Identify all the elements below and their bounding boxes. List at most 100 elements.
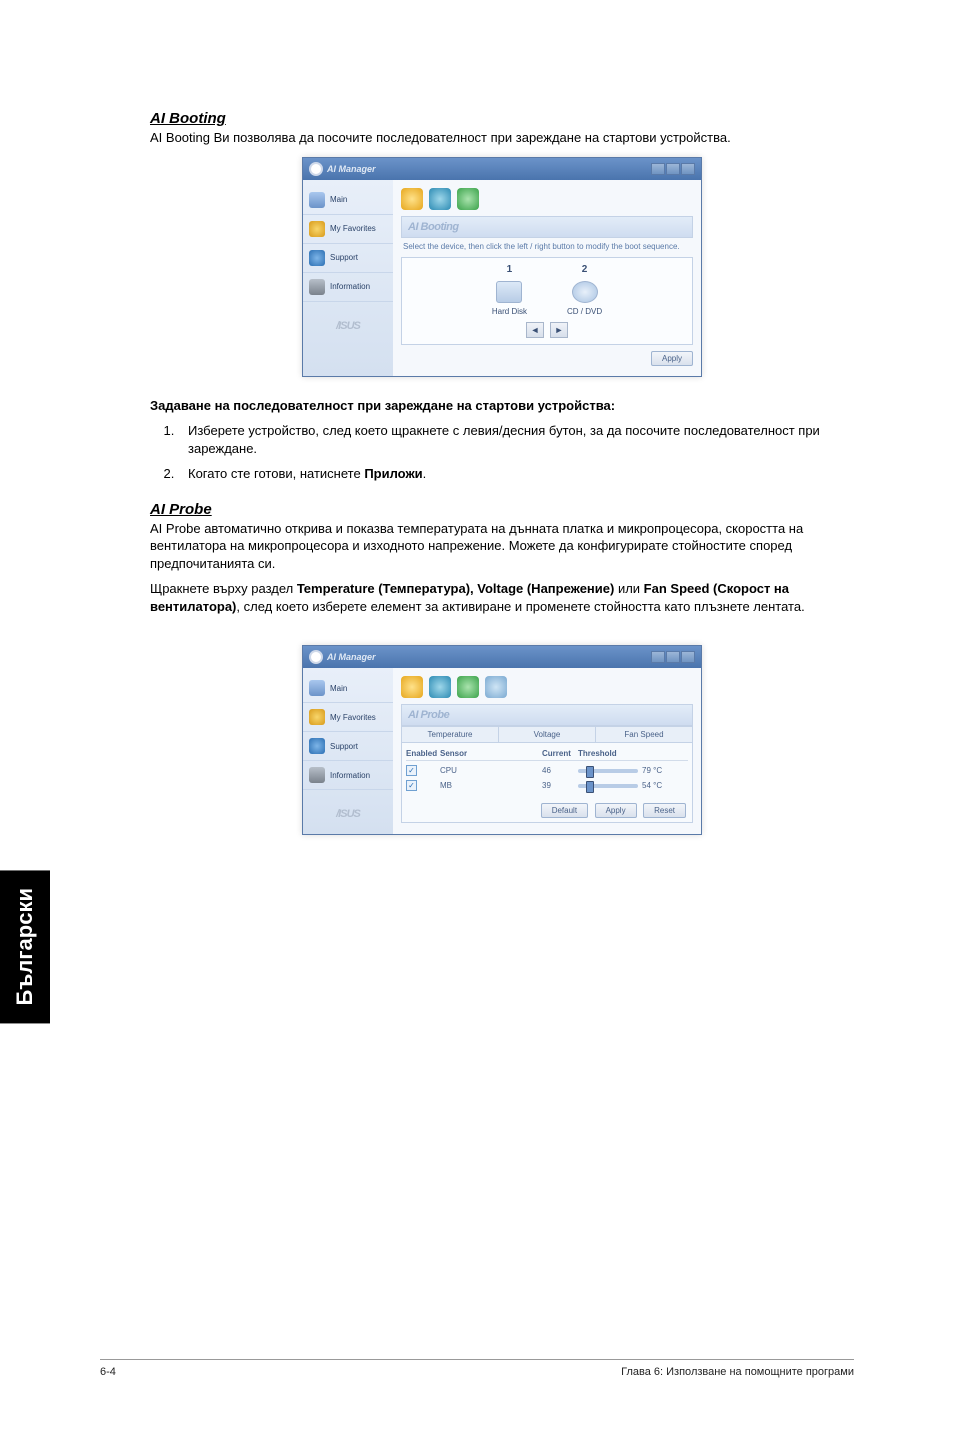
sidebar-item-favorites[interactable]: My Favorites (303, 215, 393, 244)
page-footer: 6-4 Глава 6: Използване на помощните про… (100, 1359, 854, 1378)
ai-probe-desc: AI Probe автоматично открива и показва т… (150, 520, 854, 573)
default-button[interactable]: Default (541, 803, 588, 818)
page-number: 6-4 (100, 1366, 116, 1378)
sidebar-label: Information (330, 771, 370, 780)
boot-order-number: 1 (492, 264, 527, 275)
instr-post: , след което изберете елемент за активир… (236, 599, 804, 614)
threshold-value: 54 °C (642, 781, 662, 790)
app-icon (309, 650, 323, 664)
probe-tabs: Temperature Voltage Fan Speed (401, 726, 693, 743)
close-icon[interactable] (681, 163, 695, 175)
minimize-icon[interactable] (651, 163, 665, 175)
panel-description: Select the device, then click the left /… (401, 238, 693, 257)
boot-step-1: Изберете устройство, след което щракнете… (178, 422, 854, 457)
ai-probe-instructions: Щракнете върху раздел Temperature (Темпе… (150, 580, 854, 615)
boot-sequence-area: 1 Hard Disk 2 CD / DVD ◄ ► (401, 257, 693, 345)
panel-title: AI Probe (401, 704, 693, 726)
info-icon (309, 767, 325, 783)
boot-step-2: Когато сте готови, натиснете Приложи. (178, 465, 854, 483)
col-current: Current (542, 749, 578, 758)
hard-disk-icon (496, 281, 522, 303)
page-content: AI Booting AI Booting Ви позволява да по… (0, 0, 954, 915)
brand-logo: /ISUS (303, 790, 393, 828)
boot-device-label: CD / DVD (567, 307, 602, 316)
step-2-pre: Когато сте готови, натиснете (188, 466, 364, 481)
boot-device-1[interactable]: 1 Hard Disk (492, 264, 527, 316)
toolbar-icon-2[interactable] (429, 188, 451, 210)
boot-setting-header: Задаване на последователност при зарежда… (150, 397, 854, 415)
tab-fan-speed[interactable]: Fan Speed (596, 727, 692, 742)
toolbar-icon-1[interactable] (401, 676, 423, 698)
window-titlebar: AI Manager (303, 158, 701, 180)
maximize-icon[interactable] (666, 651, 680, 663)
enable-checkbox[interactable]: ✓ (406, 765, 417, 776)
col-enabled: Enabled (406, 749, 440, 758)
ai-booting-desc: AI Booting Ви позволява да посочите посл… (150, 129, 854, 147)
step-2-bold: Приложи (364, 466, 422, 481)
app-title: AI Manager (327, 164, 376, 174)
sidebar-label: Information (330, 282, 370, 291)
sidebar-label: Support (330, 742, 358, 751)
tab-voltage[interactable]: Voltage (499, 727, 596, 742)
sidebar-label: My Favorites (330, 224, 376, 233)
sidebar-item-information[interactable]: Information (303, 761, 393, 790)
toolbar-icon-1[interactable] (401, 188, 423, 210)
instr-bold-1: Temperature (Температура), Voltage (Напр… (297, 581, 615, 596)
support-icon (309, 250, 325, 266)
boot-device-2[interactable]: 2 CD / DVD (567, 264, 602, 316)
boot-order-number: 2 (567, 264, 602, 275)
threshold-value: 79 °C (642, 766, 662, 775)
toolbar (401, 186, 693, 216)
sidebar: Main My Favorites Support Information /I… (303, 668, 393, 834)
ai-booting-heading: AI Booting (150, 110, 854, 127)
star-icon (309, 709, 325, 725)
enable-checkbox[interactable]: ✓ (406, 780, 417, 791)
language-side-tab: Български (0, 870, 50, 1023)
grid-header-row: Enabled Sensor Current Threshold (406, 747, 688, 761)
boot-steps-list: Изберете устройство, след което щракнете… (178, 422, 854, 483)
folder-icon (309, 680, 325, 696)
minimize-icon[interactable] (651, 651, 665, 663)
threshold-slider[interactable] (578, 784, 638, 788)
sidebar-item-support[interactable]: Support (303, 244, 393, 273)
ai-probe-heading: AI Probe (150, 501, 854, 518)
toolbar (401, 674, 693, 704)
sensor-row-mb: ✓ MB 39 54 °C (406, 778, 688, 793)
sidebar-item-support[interactable]: Support (303, 732, 393, 761)
apply-button[interactable]: Apply (651, 351, 693, 366)
cd-dvd-icon (572, 281, 598, 303)
toolbar-icon-4[interactable] (485, 676, 507, 698)
maximize-icon[interactable] (666, 163, 680, 175)
sidebar-item-main[interactable]: Main (303, 186, 393, 215)
toolbar-icon-3[interactable] (457, 188, 479, 210)
sensor-current-value: 39 (542, 781, 578, 790)
sidebar-label: Support (330, 253, 358, 262)
move-right-button[interactable]: ► (550, 322, 568, 338)
apply-button[interactable]: Apply (595, 803, 637, 818)
ai-booting-screenshot: AI Manager Main My Favorites Support Inf… (302, 157, 702, 377)
sensor-name: CPU (440, 766, 500, 775)
toolbar-icon-2[interactable] (429, 676, 451, 698)
sensor-current-value: 46 (542, 766, 578, 775)
info-icon (309, 279, 325, 295)
sidebar-label: My Favorites (330, 713, 376, 722)
reset-button[interactable]: Reset (643, 803, 686, 818)
move-left-button[interactable]: ◄ (526, 322, 544, 338)
sidebar-item-information[interactable]: Information (303, 273, 393, 302)
toolbar-icon-3[interactable] (457, 676, 479, 698)
boot-device-label: Hard Disk (492, 307, 527, 316)
step-2-post: . (423, 466, 427, 481)
sidebar: Main My Favorites Support Information /I… (303, 180, 393, 376)
sidebar-label: Main (330, 195, 347, 204)
close-icon[interactable] (681, 651, 695, 663)
star-icon (309, 221, 325, 237)
tab-temperature[interactable]: Temperature (402, 727, 499, 742)
sidebar-item-favorites[interactable]: My Favorites (303, 703, 393, 732)
main-panel: AI Booting Select the device, then click… (393, 180, 701, 376)
probe-data-grid: Enabled Sensor Current Threshold ✓ CPU 4… (401, 743, 693, 823)
sidebar-item-main[interactable]: Main (303, 674, 393, 703)
window-titlebar: AI Manager (303, 646, 701, 668)
threshold-slider[interactable] (578, 769, 638, 773)
folder-icon (309, 192, 325, 208)
chapter-title: Глава 6: Използване на помощните програм… (621, 1366, 854, 1378)
